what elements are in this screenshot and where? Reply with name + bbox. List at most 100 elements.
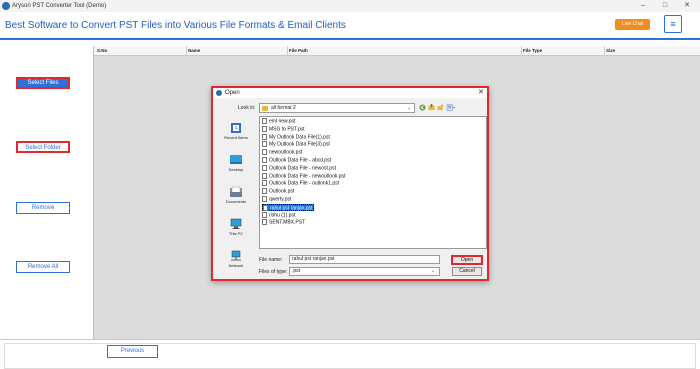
place-recent-items[interactable]: Recent Items [216,120,256,148]
select-files-button[interactable]: Select Files [16,77,70,89]
file-name: newoutlook.pst [269,149,303,156]
desktop-icon [230,155,242,164]
list-item[interactable]: newoutlook.pst [262,149,302,156]
list-item[interactable]: Outlook Data File - outlonk1.pst [262,180,339,187]
place-this-pc[interactable]: This PC [216,216,256,244]
look-in-label: Look in: [238,105,256,111]
dialog-titlebar: Open ✕ [213,88,487,98]
up-folder-icon[interactable] [428,104,435,111]
file-icon [262,149,267,156]
file-name: Outlook.pst [269,188,295,195]
file-type-dropdown[interactable]: .pst ⌄ [289,267,440,276]
file-icon [262,133,267,140]
file-icon [262,180,267,187]
file-list[interactable]: eml new.pst MSG to PST.pst My Outlook Data… [259,116,487,249]
file-icon [262,196,267,202]
previous-button[interactable]: Previous [107,345,158,358]
file-name: My Outlook Data File(3).pst [269,141,330,148]
minimize-button[interactable]: – [633,0,653,12]
file-name: My Outlook Data File(1).pst [269,133,330,140]
place-desktop[interactable]: Desktop [216,152,256,180]
file-name: MSG to PST.pst [269,126,305,133]
new-folder-icon[interactable] [437,104,444,111]
list-item[interactable]: My Outlook Data File(1).pst [262,133,330,141]
file-name: qwerty.pst [269,196,292,203]
list-item[interactable]: Outlook Data File - abcd.pst [262,157,331,164]
column-divider [521,46,522,56]
file-icon [262,141,267,148]
column-name[interactable]: Name [188,48,200,53]
file-name: rahul pst ranjan.pst [270,205,313,212]
view-menu-icon[interactable] [446,104,456,111]
column-file-path[interactable]: File Path [289,48,308,53]
file-name: eml new.pst [269,118,296,125]
file-name: Outlook Data File - newoutlook.pst [269,172,346,179]
list-item[interactable]: MSG to PST.pst [262,125,305,133]
open-dialog: Open ✕ Look in: all format 2 ⌄ Recent It… [211,86,489,281]
file-icon [262,164,267,171]
column-file-type[interactable]: File Type [523,48,542,53]
chevron-down-icon: ⌄ [431,268,436,274]
column-size[interactable]: Size [606,48,615,53]
list-item[interactable]: eml new.pst [262,118,295,125]
dialog-title: Open [225,90,240,96]
app-icon [2,2,10,10]
page-title: Best Software to Convert PST Files into … [5,20,346,31]
file-type-label: Files of type: [259,269,288,275]
place-label: This PC [228,231,244,236]
window-title: Aryson PST Converter Tool (Demo) [12,3,107,9]
column-divider [287,46,288,56]
look-in-dropdown[interactable]: all format 2 ⌄ [259,103,415,113]
file-name: rishu (1).pst [269,211,296,218]
remove-button[interactable]: Remove [16,202,70,214]
list-item[interactable]: rahul pst ranjan.pst [262,203,314,212]
left-panel: Select Files Select Folder Remove Remove… [0,42,93,339]
documents-icon [230,186,242,197]
place-label: Network [228,263,244,268]
file-icon [263,204,268,211]
place-label: Recent Items [224,135,248,140]
place-label: Desktop [228,167,244,172]
column-divider [186,46,187,56]
select-folder-button[interactable]: Select Folder [16,141,70,153]
file-type-value: .pst [292,268,301,274]
chevron-down-icon: ⌄ [407,105,412,111]
place-documents[interactable]: Documents [216,184,256,212]
grid-header: S.No Name File Path File Type Size [94,46,700,56]
this-pc-icon [230,218,242,229]
column-sno[interactable]: S.No [97,48,107,53]
maximize-button[interactable]: □ [655,0,675,12]
list-item[interactable]: Outlook.pst [262,188,294,195]
back-arrow-icon[interactable] [419,104,426,111]
app-header: Best Software to Convert PST Files into … [0,12,700,40]
file-icon [262,219,267,226]
dialog-close-icon[interactable]: ✕ [478,88,484,98]
menu-icon[interactable]: ≡ [664,15,682,33]
cancel-button[interactable]: Cancel [452,267,482,276]
list-item[interactable]: Outlook Data File - newoutlook.pst [262,172,346,180]
file-icon [262,118,267,124]
live-chat-button[interactable]: Live Chat [615,19,650,30]
recent-items-icon [231,123,241,133]
list-item[interactable]: rishu (1).pst [262,211,296,219]
column-divider [604,46,605,56]
close-button[interactable]: ✕ [677,0,697,12]
file-icon [262,172,267,179]
place-network[interactable]: Network [216,248,256,276]
dialog-app-icon [216,90,222,96]
places-sidebar: Recent Items Desktop Documents This PC N… [216,118,256,278]
folder-icon [262,106,268,111]
list-item[interactable]: Outlook Data File - newost.pst [262,164,336,172]
file-name-input[interactable]: rahul pst ranjan.pst [289,255,440,264]
list-item[interactable]: qwerty.pst [262,196,291,203]
list-item[interactable]: My Outlook Data File(3).pst [262,141,330,148]
file-icon [262,125,267,132]
place-label: Documents [225,199,247,204]
network-icon [231,250,241,261]
open-button[interactable]: Open [451,255,483,265]
file-name: SENT.MBX.PST [269,219,306,226]
look-in-value: all format 2 [271,105,296,111]
remove-all-button[interactable]: Remove All [16,261,70,273]
file-icon [262,188,267,195]
list-item[interactable]: SENT.MBX.PST [262,219,305,226]
